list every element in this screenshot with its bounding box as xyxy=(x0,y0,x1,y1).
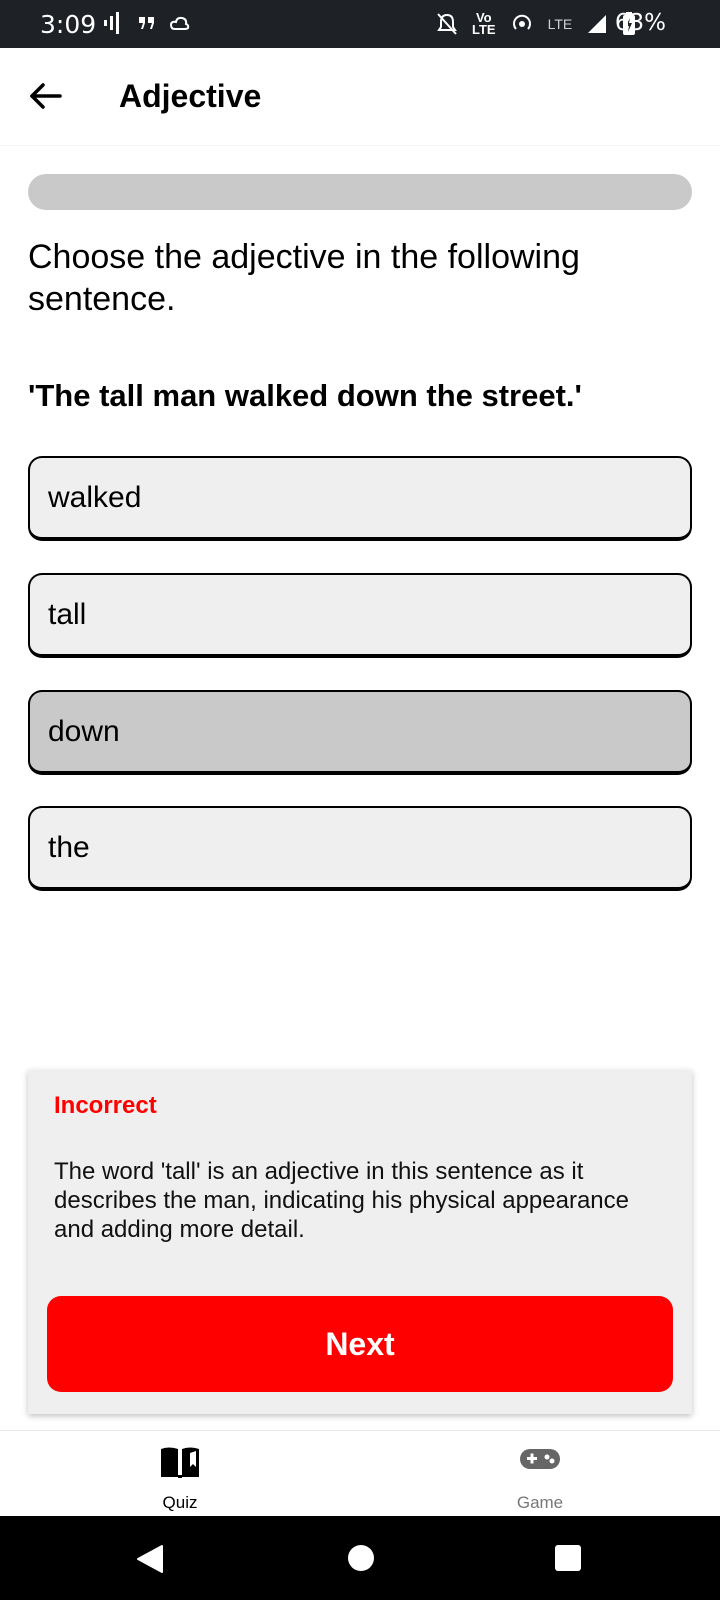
bell-off-icon xyxy=(437,13,457,35)
nav-label-game: Game xyxy=(516,1493,564,1512)
system-home-icon[interactable] xyxy=(348,1545,374,1571)
nav-item-game[interactable]: Game xyxy=(440,1431,640,1516)
system-back-icon[interactable] xyxy=(136,1544,164,1574)
feedback-explanation: The word 'tall' is an adjective in this … xyxy=(54,1158,630,1243)
status-time: 3:09 xyxy=(40,10,97,39)
system-navigation-bar xyxy=(0,1516,720,1600)
answer-option[interactable]: walked xyxy=(28,456,692,541)
app-bar: Adjective xyxy=(0,48,720,146)
feedback-panel: Incorrect The word 'tall' is an adjectiv… xyxy=(28,1070,692,1414)
book-icon xyxy=(161,1447,199,1478)
hotspot-icon xyxy=(512,14,531,30)
next-button[interactable]: Next xyxy=(47,1296,673,1392)
back-arrow-icon[interactable] xyxy=(26,76,66,116)
gamepad-icon xyxy=(520,1449,560,1469)
answer-option[interactable]: down xyxy=(28,690,692,775)
quote-icon xyxy=(139,17,154,29)
cell-signal-icon xyxy=(588,15,607,33)
system-recents-icon[interactable] xyxy=(555,1545,581,1571)
nav-label-quiz: Quiz xyxy=(162,1493,198,1512)
bottom-navigation: Quiz Game xyxy=(0,1430,720,1515)
status-bar: 3:09 Vo LTE LTE 63% xyxy=(0,0,720,48)
cloud-icon xyxy=(170,16,190,30)
question-sentence: 'The tall man walked down the street.' xyxy=(28,378,582,413)
nav-item-quiz[interactable]: Quiz xyxy=(80,1431,280,1516)
signal-sound-icon xyxy=(104,12,119,34)
page-title: Adjective xyxy=(119,78,262,114)
network-type: LTE xyxy=(547,16,573,32)
quiz-progress-bar xyxy=(28,174,692,210)
battery-percent: 63% xyxy=(614,10,666,36)
volte-indicator: Vo LTE xyxy=(472,10,496,37)
question-prompt: Choose the adjective in the following se… xyxy=(28,238,580,318)
answer-option[interactable]: tall xyxy=(28,573,692,658)
answer-option[interactable]: the xyxy=(28,806,692,891)
feedback-status: Incorrect xyxy=(54,1092,157,1119)
